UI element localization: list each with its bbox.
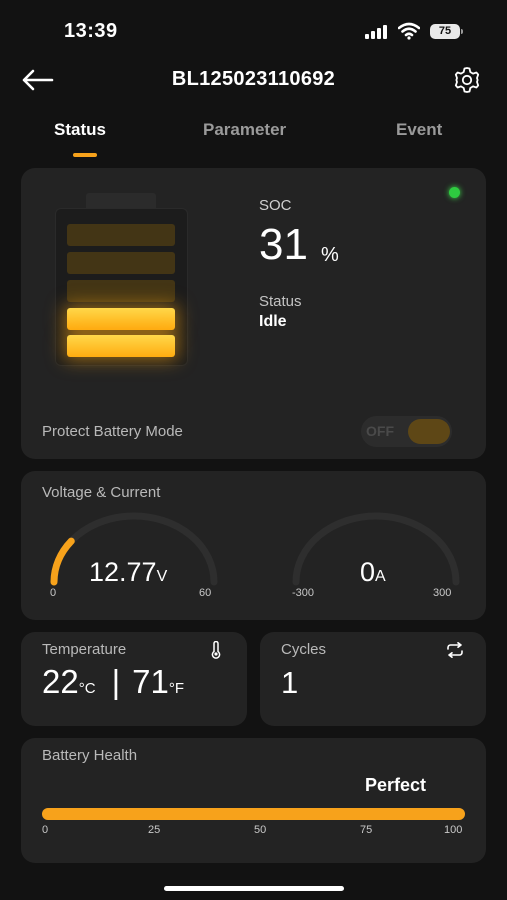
active-tab-indicator bbox=[73, 153, 97, 157]
temperature-title: Temperature bbox=[42, 641, 127, 658]
gear-icon[interactable] bbox=[452, 65, 482, 95]
current-readout: 0A bbox=[360, 557, 386, 588]
cycles-value: 1 bbox=[281, 665, 299, 700]
temperature-fahrenheit-unit: °F bbox=[168, 680, 185, 697]
arrow-left-icon[interactable] bbox=[20, 66, 54, 94]
home-indicator[interactable] bbox=[164, 886, 344, 891]
status-bar-time: 13:39 bbox=[64, 20, 118, 42]
battery-level-bar-lit bbox=[67, 335, 175, 357]
battery-level-bar-empty bbox=[67, 224, 175, 246]
battery-nub bbox=[461, 29, 463, 34]
tab-event[interactable]: Event bbox=[396, 120, 442, 140]
battery-health-title: Battery Health bbox=[42, 747, 138, 764]
status-label: Status bbox=[259, 293, 302, 310]
wifi-icon bbox=[398, 22, 420, 40]
voltage-max-tick: 60 bbox=[199, 587, 212, 599]
voltage-current-title: Voltage & Current bbox=[42, 484, 161, 501]
toggle-knob[interactable] bbox=[408, 419, 450, 444]
cellular-signal-icon bbox=[365, 25, 391, 39]
toggle-state-text: OFF bbox=[366, 423, 394, 439]
health-tick-75: 75 bbox=[360, 824, 373, 836]
battery-health-status: Perfect bbox=[365, 775, 427, 795]
temperature-readout: 22°C | 71°F bbox=[42, 663, 184, 701]
cycle-arrows-icon bbox=[447, 642, 463, 658]
tab-status[interactable]: Status bbox=[54, 120, 106, 140]
health-tick-0: 0 bbox=[42, 824, 49, 836]
battery-level-bar-empty bbox=[67, 252, 175, 274]
battery-level-bar-lit bbox=[67, 308, 175, 330]
tab-parameter[interactable]: Parameter bbox=[203, 120, 286, 140]
connection-indicator-led bbox=[449, 187, 460, 198]
health-tick-50: 50 bbox=[254, 824, 267, 836]
voltage-min-tick: 0 bbox=[50, 587, 57, 599]
health-tick-25: 25 bbox=[148, 824, 161, 836]
current-unit: A bbox=[375, 568, 386, 585]
cycles-title: Cycles bbox=[281, 641, 327, 658]
soc-unit: % bbox=[321, 244, 339, 266]
thermometer-icon bbox=[211, 641, 221, 659]
voltage-readout: 12.77V bbox=[89, 557, 167, 588]
temperature-fahrenheit-value: 71 bbox=[132, 663, 169, 700]
battery-graphic-cap bbox=[86, 193, 156, 209]
status-value: Idle bbox=[259, 313, 287, 330]
current-max-tick: 300 bbox=[433, 587, 452, 599]
current-value: 0 bbox=[360, 557, 376, 587]
battery-level-badge: 75 bbox=[430, 24, 460, 39]
soc-value: 31 bbox=[259, 220, 308, 269]
voltage-value: 12.77 bbox=[89, 557, 157, 587]
battery-health-bar bbox=[42, 808, 465, 820]
temperature-celsius-value: 22 bbox=[42, 663, 79, 700]
health-tick-100: 100 bbox=[444, 824, 463, 836]
voltage-gauge-fill bbox=[50, 537, 75, 586]
voltage-unit: V bbox=[156, 568, 168, 585]
battery-level-bar-empty bbox=[67, 280, 175, 302]
temperature-celsius-unit: °C bbox=[78, 680, 96, 697]
soc-label: SOC bbox=[259, 197, 292, 214]
current-min-tick: -300 bbox=[292, 587, 315, 599]
device-title: BL125023110692 bbox=[171, 68, 336, 90]
protect-battery-mode-label: Protect Battery Mode bbox=[42, 423, 183, 440]
temperature-separator: | bbox=[111, 663, 121, 700]
